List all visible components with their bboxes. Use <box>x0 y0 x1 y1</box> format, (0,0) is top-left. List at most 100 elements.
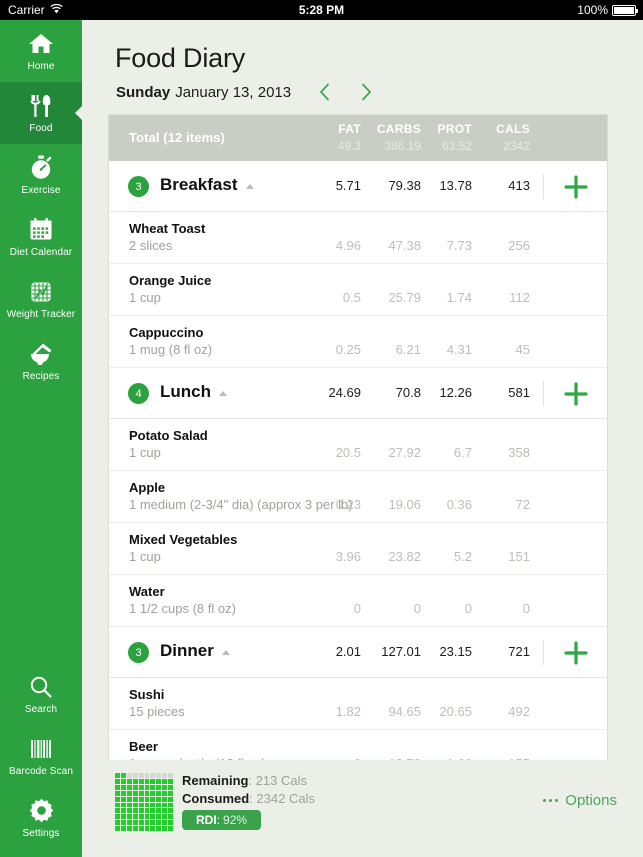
rdi-cell <box>144 820 150 826</box>
sidebar-item-home[interactable]: Home <box>0 20 82 82</box>
calendar-icon <box>28 217 54 243</box>
sidebar-item-search[interactable]: Search <box>0 663 82 725</box>
food-item-row[interactable]: Apple 1 medium (2-3/4" dia) (approx 3 per… <box>109 471 607 523</box>
rdi-cell <box>162 802 168 808</box>
rdi-cell <box>168 826 173 831</box>
add-food-button[interactable] <box>559 174 593 200</box>
sidebar-item-label: Home <box>27 60 55 72</box>
food-item-row[interactable]: Potato Salad 1 cup 20.5 27.92 6.7 358 <box>109 419 607 471</box>
options-button[interactable]: Options <box>543 792 617 809</box>
sidebar-item-weight-tracker[interactable]: Weight Tracker <box>0 268 82 330</box>
meal-total-carbs: 79.38 <box>388 178 421 193</box>
rdi-cell <box>168 814 173 820</box>
meal-name: Breakfast <box>160 175 238 194</box>
sidebar-item-recipes[interactable]: Recipes <box>0 330 82 392</box>
sidebar-item-label: Diet Calendar <box>9 246 73 258</box>
rdi-cell <box>168 778 173 784</box>
food-name: Apple <box>129 480 166 495</box>
food-value-cals: 72 <box>515 497 530 512</box>
rdi-cell <box>126 773 132 778</box>
rdi-cell <box>162 796 168 802</box>
food-value-fat: 4.96 <box>335 238 361 253</box>
rdi-cell <box>150 790 156 796</box>
meal-total-fat: 5.71 <box>335 178 361 193</box>
sidebar-item-diet-calendar[interactable]: Diet Calendar <box>0 206 82 268</box>
food-value-carbs: 27.92 <box>388 445 421 460</box>
food-item-row[interactable]: Cappuccino 1 mug (8 fl oz) 0.25 6.21 4.31 45 <box>109 316 607 368</box>
rdi-cell <box>120 784 126 790</box>
rdi-cell <box>162 773 168 778</box>
meal-header[interactable]: 3 Breakfast 5.71 79.38 13.78 413 <box>109 161 607 212</box>
day-of-week-label: Sunday <box>116 83 171 101</box>
rdi-cell <box>150 808 156 814</box>
rdi-cell <box>126 796 132 802</box>
rdi-cell <box>126 808 132 814</box>
add-food-button[interactable] <box>559 381 593 407</box>
food-serving-size: 1 cup <box>129 549 161 564</box>
previous-day-button[interactable] <box>311 80 337 104</box>
collapse-meal-caret-icon[interactable] <box>219 391 227 396</box>
meal-header[interactable]: 3 Dinner 2.01 127.01 23.15 721 <box>109 627 607 678</box>
totals-value-cals: 2342 <box>503 139 530 153</box>
sidebar-item-barcode-scan[interactable]: Barcode Scan <box>0 725 82 787</box>
rdi-cell <box>115 790 120 796</box>
barcode-icon <box>28 736 54 762</box>
food-name: Potato Salad <box>129 428 208 443</box>
main-content: Food Diary Sunday January 13, 2013 Total… <box>82 20 643 857</box>
food-item-row[interactable]: Sushi 15 pieces 1.82 94.65 20.65 492 <box>109 678 607 730</box>
rdi-cell <box>156 820 162 826</box>
rdi-cell <box>115 826 120 831</box>
sidebar-bottom-group: Search Barcode Scan Settings <box>0 663 82 849</box>
sidebar-item-food[interactable]: Food <box>0 82 83 144</box>
meal-header[interactable]: 4 Lunch 24.69 70.8 12.26 581 <box>109 368 607 419</box>
sidebar-top-group: Home Food Exercise Diet Calendar Weight … <box>0 20 83 392</box>
rdi-cell <box>156 778 162 784</box>
app-root: Carrier 5:28 PM 100% Home Food Exercise … <box>0 0 643 857</box>
food-item-row[interactable]: Mixed Vegetables 1 cup 3.96 23.82 5.2 151 <box>109 523 607 575</box>
rdi-cell <box>168 802 173 808</box>
rdi-cell <box>144 790 150 796</box>
meal-total-prot: 23.15 <box>439 644 472 659</box>
food-name: Mixed Vegetables <box>129 532 238 547</box>
divider <box>543 174 544 199</box>
rdi-cell <box>115 778 120 784</box>
rdi-cell <box>132 778 138 784</box>
rdi-cell <box>138 790 144 796</box>
next-day-button[interactable] <box>353 80 379 104</box>
rdi-cell <box>138 773 144 778</box>
plus-icon <box>564 382 588 406</box>
food-value-prot: 7.73 <box>446 238 472 253</box>
sidebar-item-settings[interactable]: Settings <box>0 787 82 849</box>
food-name: Wheat Toast <box>129 221 206 236</box>
home-icon <box>28 31 54 57</box>
food-item-row[interactable]: Orange Juice 1 cup 0.5 25.79 1.74 112 <box>109 264 607 316</box>
food-value-fat: 20.5 <box>335 445 361 460</box>
rdi-badge: RDI:92% <box>182 810 262 830</box>
rdi-cell <box>138 820 144 826</box>
meal-total-fat: 2.01 <box>335 644 361 659</box>
food-item-row[interactable]: Water 1 1/2 cups (8 fl oz) 0 0 0 0 <box>109 575 607 627</box>
collapse-meal-caret-icon[interactable] <box>222 650 230 655</box>
food-value-fat: 3.96 <box>335 549 361 564</box>
food-item-row[interactable]: Wheat Toast 2 slices 4.96 47.38 7.73 256 <box>109 212 607 264</box>
sidebar-item-label: Recipes <box>22 370 60 382</box>
rdi-cell <box>156 802 162 808</box>
scale-icon <box>28 279 54 305</box>
rdi-cell <box>150 773 156 778</box>
totals-column-prot: PROT 63.52 <box>437 121 472 155</box>
sidebar-item-label: Weight Tracker <box>6 308 76 320</box>
sidebar-item-label: Search <box>24 703 58 715</box>
column-header-cals: CALS <box>496 122 530 136</box>
sidebar-item-label: Food <box>29 122 53 134</box>
rdi-cell <box>132 784 138 790</box>
food-value-carbs: 94.65 <box>388 704 421 719</box>
rdi-cell <box>144 826 150 831</box>
add-food-button[interactable] <box>559 640 593 666</box>
collapse-meal-caret-icon[interactable] <box>246 184 254 189</box>
totals-value-prot: 63.52 <box>441 139 472 153</box>
rdi-label: RDI <box>196 813 217 827</box>
rdi-cell <box>120 814 126 820</box>
page-title: Food Diary <box>115 43 246 73</box>
sidebar-item-exercise[interactable]: Exercise <box>0 144 82 206</box>
rdi-cell <box>150 820 156 826</box>
